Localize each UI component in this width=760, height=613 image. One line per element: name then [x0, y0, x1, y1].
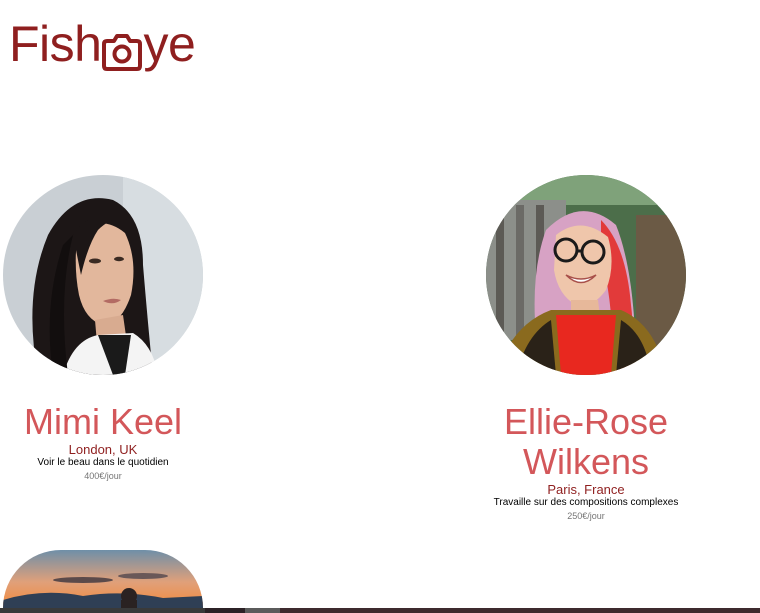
camera-icon — [102, 25, 143, 71]
logo-text-ye: ye — [143, 16, 196, 72]
photographer-portrait-link[interactable] — [3, 175, 203, 375]
photographer-card — [0, 550, 253, 608]
taskbar-segment — [280, 608, 760, 613]
photographer-price: 400€/jour — [84, 471, 122, 481]
portrait-photo — [3, 175, 203, 375]
logo-text-fish: Fish — [9, 16, 102, 72]
photographer-portrait-link[interactable] — [3, 550, 203, 608]
taskbar-segment — [0, 608, 205, 613]
photographer-tagline: Travaille sur des compositions complexes — [493, 497, 679, 508]
portrait-photo — [486, 175, 686, 375]
sunset-photo — [3, 550, 203, 608]
taskbar-strip — [0, 608, 760, 613]
fisheye-logo[interactable]: Fish ye — [9, 14, 196, 74]
photographer-tagline: Voir le beau dans le quotidien — [37, 457, 169, 468]
photographer-location: London, UK — [68, 442, 138, 457]
taskbar-segment — [245, 608, 280, 613]
photographer-portrait-link[interactable] — [486, 175, 686, 375]
photographer-price: 250€/jour — [567, 511, 605, 521]
photographer-name[interactable]: Mimi Keel — [0, 402, 253, 442]
photographer-name[interactable]: Ellie-Rose Wilkens — [436, 402, 736, 482]
photographer-location: Paris, France — [547, 482, 625, 497]
photographer-card: Mimi Keel London, UK Voir le beau dans l… — [0, 175, 253, 483]
photographer-card: Ellie-Rose Wilkens Paris, France Travail… — [436, 175, 736, 523]
